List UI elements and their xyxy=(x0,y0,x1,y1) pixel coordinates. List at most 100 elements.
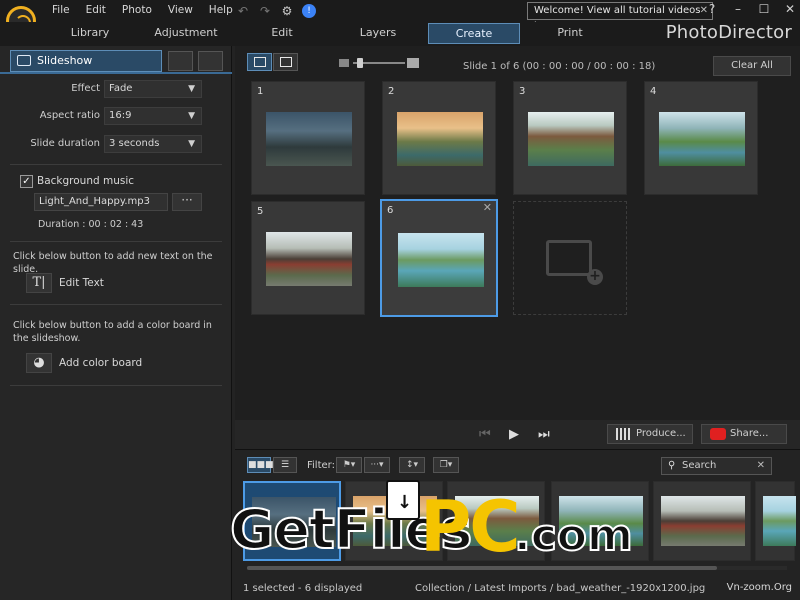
selection-status: 1 selected - 6 displayed xyxy=(243,583,363,594)
maximize-icon[interactable]: ☐ xyxy=(758,2,770,16)
tab-print[interactable]: Print xyxy=(546,23,594,44)
tab-layers[interactable]: Layers xyxy=(350,23,406,44)
tab-adjustment[interactable]: Adjustment xyxy=(146,23,226,44)
current-path: Collection / Latest Imports / bad_weathe… xyxy=(415,583,706,594)
duration-label: Slide duration xyxy=(30,138,100,149)
welcome-banner[interactable]: Welcome! View all tutorial videos here! … xyxy=(527,2,713,32)
playback-bar: ⏮ ▶ ⏭ Produce... Share... xyxy=(235,420,800,449)
slide-counter: Slide 1 of 6 (00 : 00 : 00 / 00 : 00 : 1… xyxy=(463,61,656,72)
site-watermark: Vn-zoom.Org xyxy=(726,582,792,593)
slide-tile-3[interactable]: 3 xyxy=(513,81,627,195)
slide-tile-1[interactable]: 1 xyxy=(251,81,365,195)
slide-tile-6[interactable]: 6 ✕ xyxy=(380,199,498,317)
slideshow-icon xyxy=(17,55,31,66)
sort-button[interactable]: ↕▾ xyxy=(399,457,425,473)
tab-gif[interactable] xyxy=(168,51,193,71)
add-image-icon xyxy=(546,240,603,285)
previous-icon[interactable]: ⏮ xyxy=(479,427,491,442)
stack-button[interactable]: ❐▾ xyxy=(433,457,459,473)
zoom-large-icon xyxy=(407,58,419,68)
share-button[interactable]: Share... xyxy=(701,424,787,444)
slide-thumbnail xyxy=(398,233,484,287)
close-icon[interactable]: ✕ xyxy=(483,201,492,214)
zoom-small-icon xyxy=(339,59,349,67)
clear-search-icon[interactable]: ✕ xyxy=(757,458,765,474)
photodirector-window: File Edit Photo View Help ↶ ↷ ⚙ ! Welcom… xyxy=(0,0,800,600)
slideshow-tab-label: Slideshow xyxy=(37,54,93,67)
music-duration: Duration : 00 : 02 : 43 xyxy=(38,219,144,230)
slide-tile-2[interactable]: 2 xyxy=(382,81,496,195)
browse-music-button[interactable]: ··· xyxy=(172,193,202,211)
library-thumbnail[interactable] xyxy=(653,481,751,561)
duration-value: 3 seconds xyxy=(109,138,160,149)
menu-bar: File Edit Photo View Help xyxy=(44,4,241,16)
more-filter-button[interactable]: ···▾ xyxy=(364,457,390,473)
slide-number: 4 xyxy=(650,86,657,97)
effect-value: Fade xyxy=(109,83,133,94)
divider xyxy=(10,241,222,242)
redo-icon[interactable]: ↷ xyxy=(258,4,272,18)
zoom-slider[interactable] xyxy=(339,58,419,68)
minimize-icon[interactable]: – xyxy=(732,2,744,16)
divider xyxy=(10,304,222,305)
list-view-button[interactable]: ☰ xyxy=(273,457,297,473)
play-icon[interactable]: ▶ xyxy=(509,427,519,442)
filter-label: Filter: xyxy=(307,460,335,471)
slide-number: 3 xyxy=(519,86,526,97)
undo-icon[interactable]: ↶ xyxy=(236,4,250,18)
text-icon: T| xyxy=(26,273,52,293)
slide-number: 1 xyxy=(257,86,264,97)
grid-view-icon xyxy=(254,57,266,67)
tab-photo-export[interactable] xyxy=(198,51,223,71)
clear-all-button[interactable]: Clear All xyxy=(713,56,791,76)
aspect-row: Aspect ratio 16:9 ▼ xyxy=(0,107,232,127)
background-music-checkbox[interactable]: ✓ xyxy=(20,175,33,188)
flag-filter-button[interactable]: ⚑▾ xyxy=(336,457,362,473)
background-music-label: Background music xyxy=(37,175,135,187)
slide-thumbnail xyxy=(397,112,483,166)
tab-edit[interactable]: Edit xyxy=(258,23,306,44)
menu-help[interactable]: Help xyxy=(201,4,241,16)
slide-number: 5 xyxy=(257,206,264,217)
add-color-board-label: Add color board xyxy=(59,357,143,369)
gear-icon[interactable]: ⚙ xyxy=(280,4,294,18)
menu-view[interactable]: View xyxy=(160,4,201,16)
tab-slideshow[interactable]: Slideshow xyxy=(10,50,162,72)
duration-select[interactable]: 3 seconds ▼ xyxy=(104,135,202,153)
music-file-field[interactable]: Light_And_Happy.mp3 xyxy=(34,193,168,211)
notification-icon[interactable]: ! xyxy=(302,4,316,18)
slide-tile-4[interactable]: 4 xyxy=(644,81,758,195)
produce-button[interactable]: Produce... xyxy=(607,424,693,444)
aspect-select[interactable]: 16:9 ▼ xyxy=(104,107,202,125)
share-label: Share... xyxy=(730,428,769,439)
single-view-button[interactable] xyxy=(273,53,298,71)
next-icon[interactable]: ⏭ xyxy=(538,427,550,442)
film-icon xyxy=(616,428,632,440)
slide-tile-5[interactable]: 5 xyxy=(251,201,365,315)
menu-edit[interactable]: Edit xyxy=(78,4,114,16)
add-slide-placeholder[interactable] xyxy=(513,201,627,315)
brand-name: PhotoDirector xyxy=(665,22,792,43)
zoom-knob[interactable] xyxy=(357,58,363,68)
slideshow-storyboard: Slide 1 of 6 (00 : 00 : 00 / 00 : 00 : 1… xyxy=(235,46,800,449)
grid-view-button[interactable] xyxy=(247,53,272,71)
slide-thumbnail xyxy=(528,112,614,166)
menu-file[interactable]: File xyxy=(44,4,78,16)
add-color-board-button[interactable]: ◕ Add color board xyxy=(26,352,142,374)
thumbnail-image xyxy=(661,496,745,546)
menu-photo[interactable]: Photo xyxy=(114,4,160,16)
color-board-hint: Click below button to add a color board … xyxy=(13,320,212,344)
tab-create[interactable]: Create xyxy=(428,23,520,44)
aspect-label: Aspect ratio xyxy=(39,110,100,121)
edit-text-button[interactable]: T| Edit Text xyxy=(26,272,104,294)
toolbar-icons: ↶ ↷ ⚙ ! xyxy=(236,4,316,18)
help-icon[interactable]: ? xyxy=(706,2,718,16)
effect-select[interactable]: Fade ▼ xyxy=(104,80,202,98)
slide-number: 6 xyxy=(387,205,394,216)
left-panel: Slideshow Effect Fade ▼ Aspect ratio 16:… xyxy=(0,46,232,600)
search-input[interactable]: ⚲ Search ✕ xyxy=(661,457,772,475)
close-window-icon[interactable]: ✕ xyxy=(784,2,796,16)
thumbnail-view-button[interactable]: ■■■ xyxy=(247,457,274,473)
tab-library[interactable]: Library xyxy=(60,23,120,44)
library-thumbnail[interactable] xyxy=(755,481,796,561)
